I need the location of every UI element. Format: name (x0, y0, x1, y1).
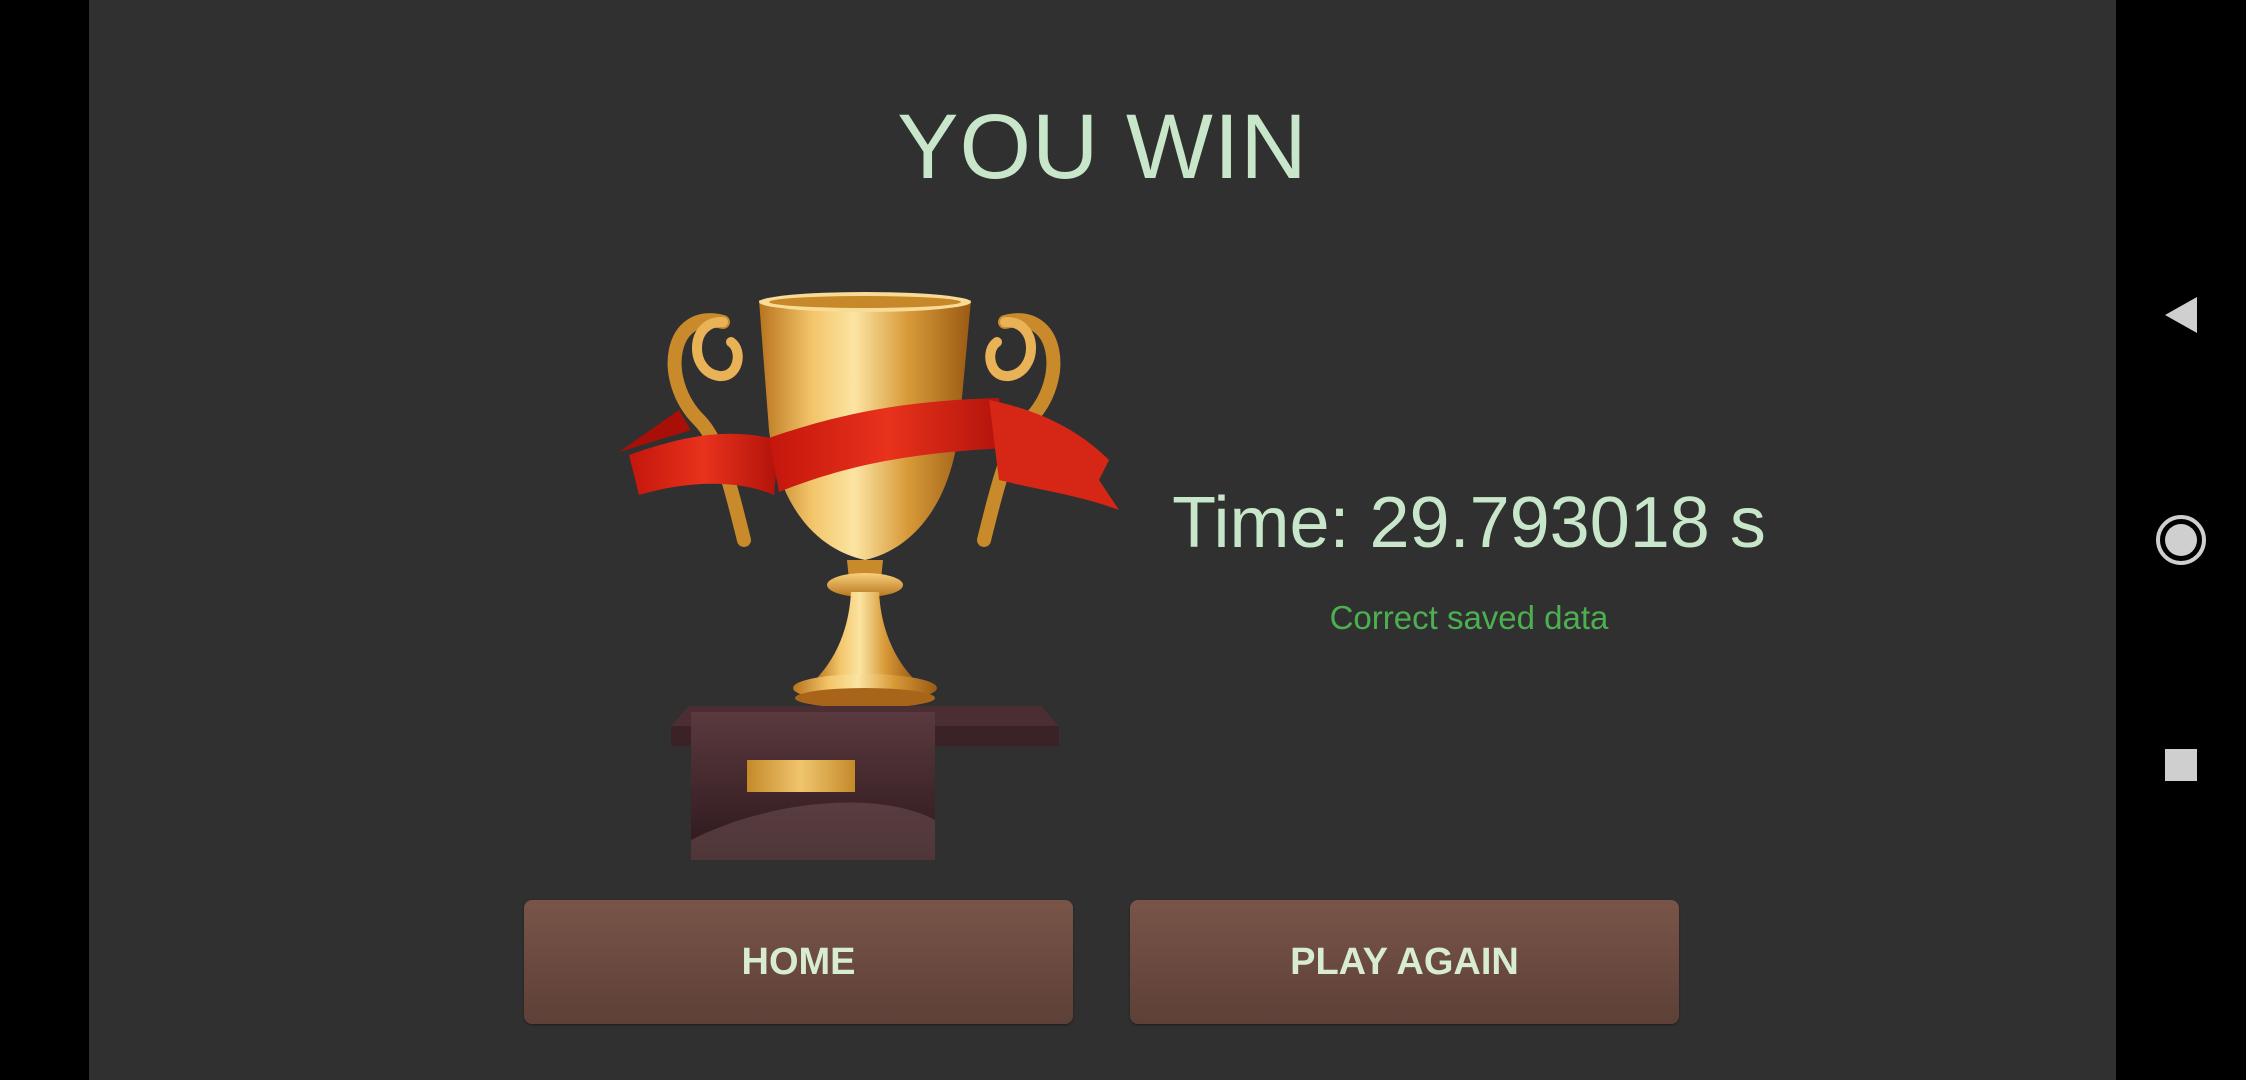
system-navigation-bar (2116, 0, 2246, 1080)
win-title: YOU WIN (897, 96, 1308, 198)
screen: YOU WIN Time: 29.793018 s Correct saved … (0, 0, 2246, 1080)
home-button[interactable]: HOME (524, 900, 1073, 1024)
game-result-screen: YOU WIN Time: 29.793018 s Correct saved … (89, 0, 2116, 1080)
recents-square-icon[interactable] (2116, 745, 2246, 785)
save-status-text: Correct saved data (1329, 599, 1609, 636)
back-triangle-icon[interactable] (2116, 290, 2246, 340)
home-circle-icon[interactable] (2116, 513, 2246, 567)
trophy-icon (619, 292, 1119, 860)
play-again-button[interactable]: PLAY AGAIN (1130, 900, 1679, 1024)
left-black-bar (0, 0, 89, 1080)
time-result: Time: 29.793018 s (1172, 483, 1766, 563)
